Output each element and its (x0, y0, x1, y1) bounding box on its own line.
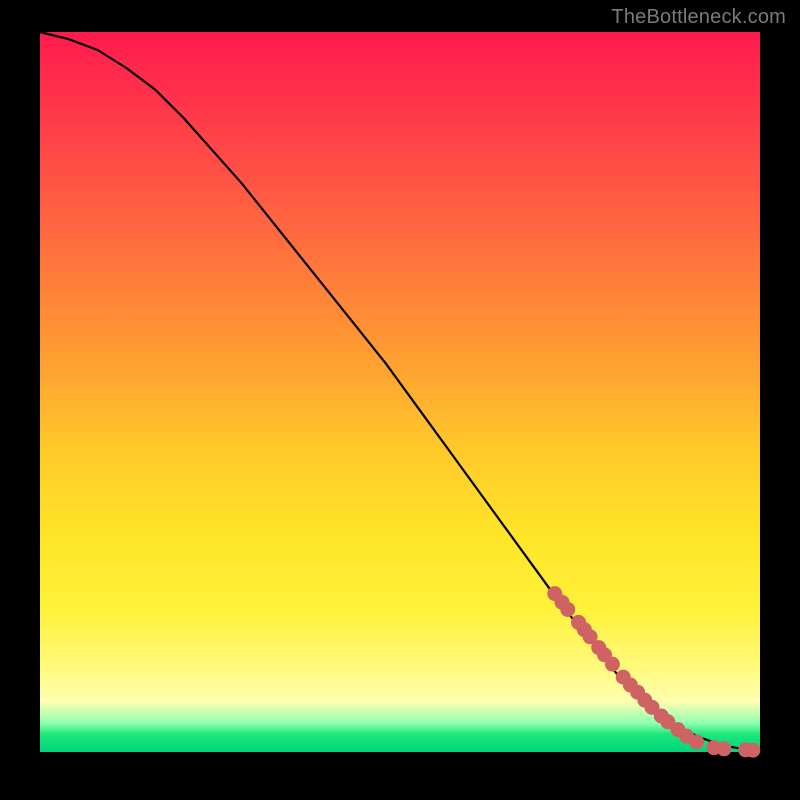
highlight-dot (717, 741, 732, 756)
chart-frame: TheBottleneck.com (0, 0, 800, 800)
plot-area (40, 32, 760, 752)
curve-line (40, 32, 760, 751)
highlight-dot (560, 602, 575, 617)
highlight-dot (745, 743, 760, 758)
watermark-text: TheBottleneck.com (611, 6, 786, 29)
highlight-dot (689, 734, 704, 749)
highlight-dot (605, 657, 620, 672)
chart-svg (40, 32, 760, 752)
highlight-dots-group (547, 586, 760, 758)
